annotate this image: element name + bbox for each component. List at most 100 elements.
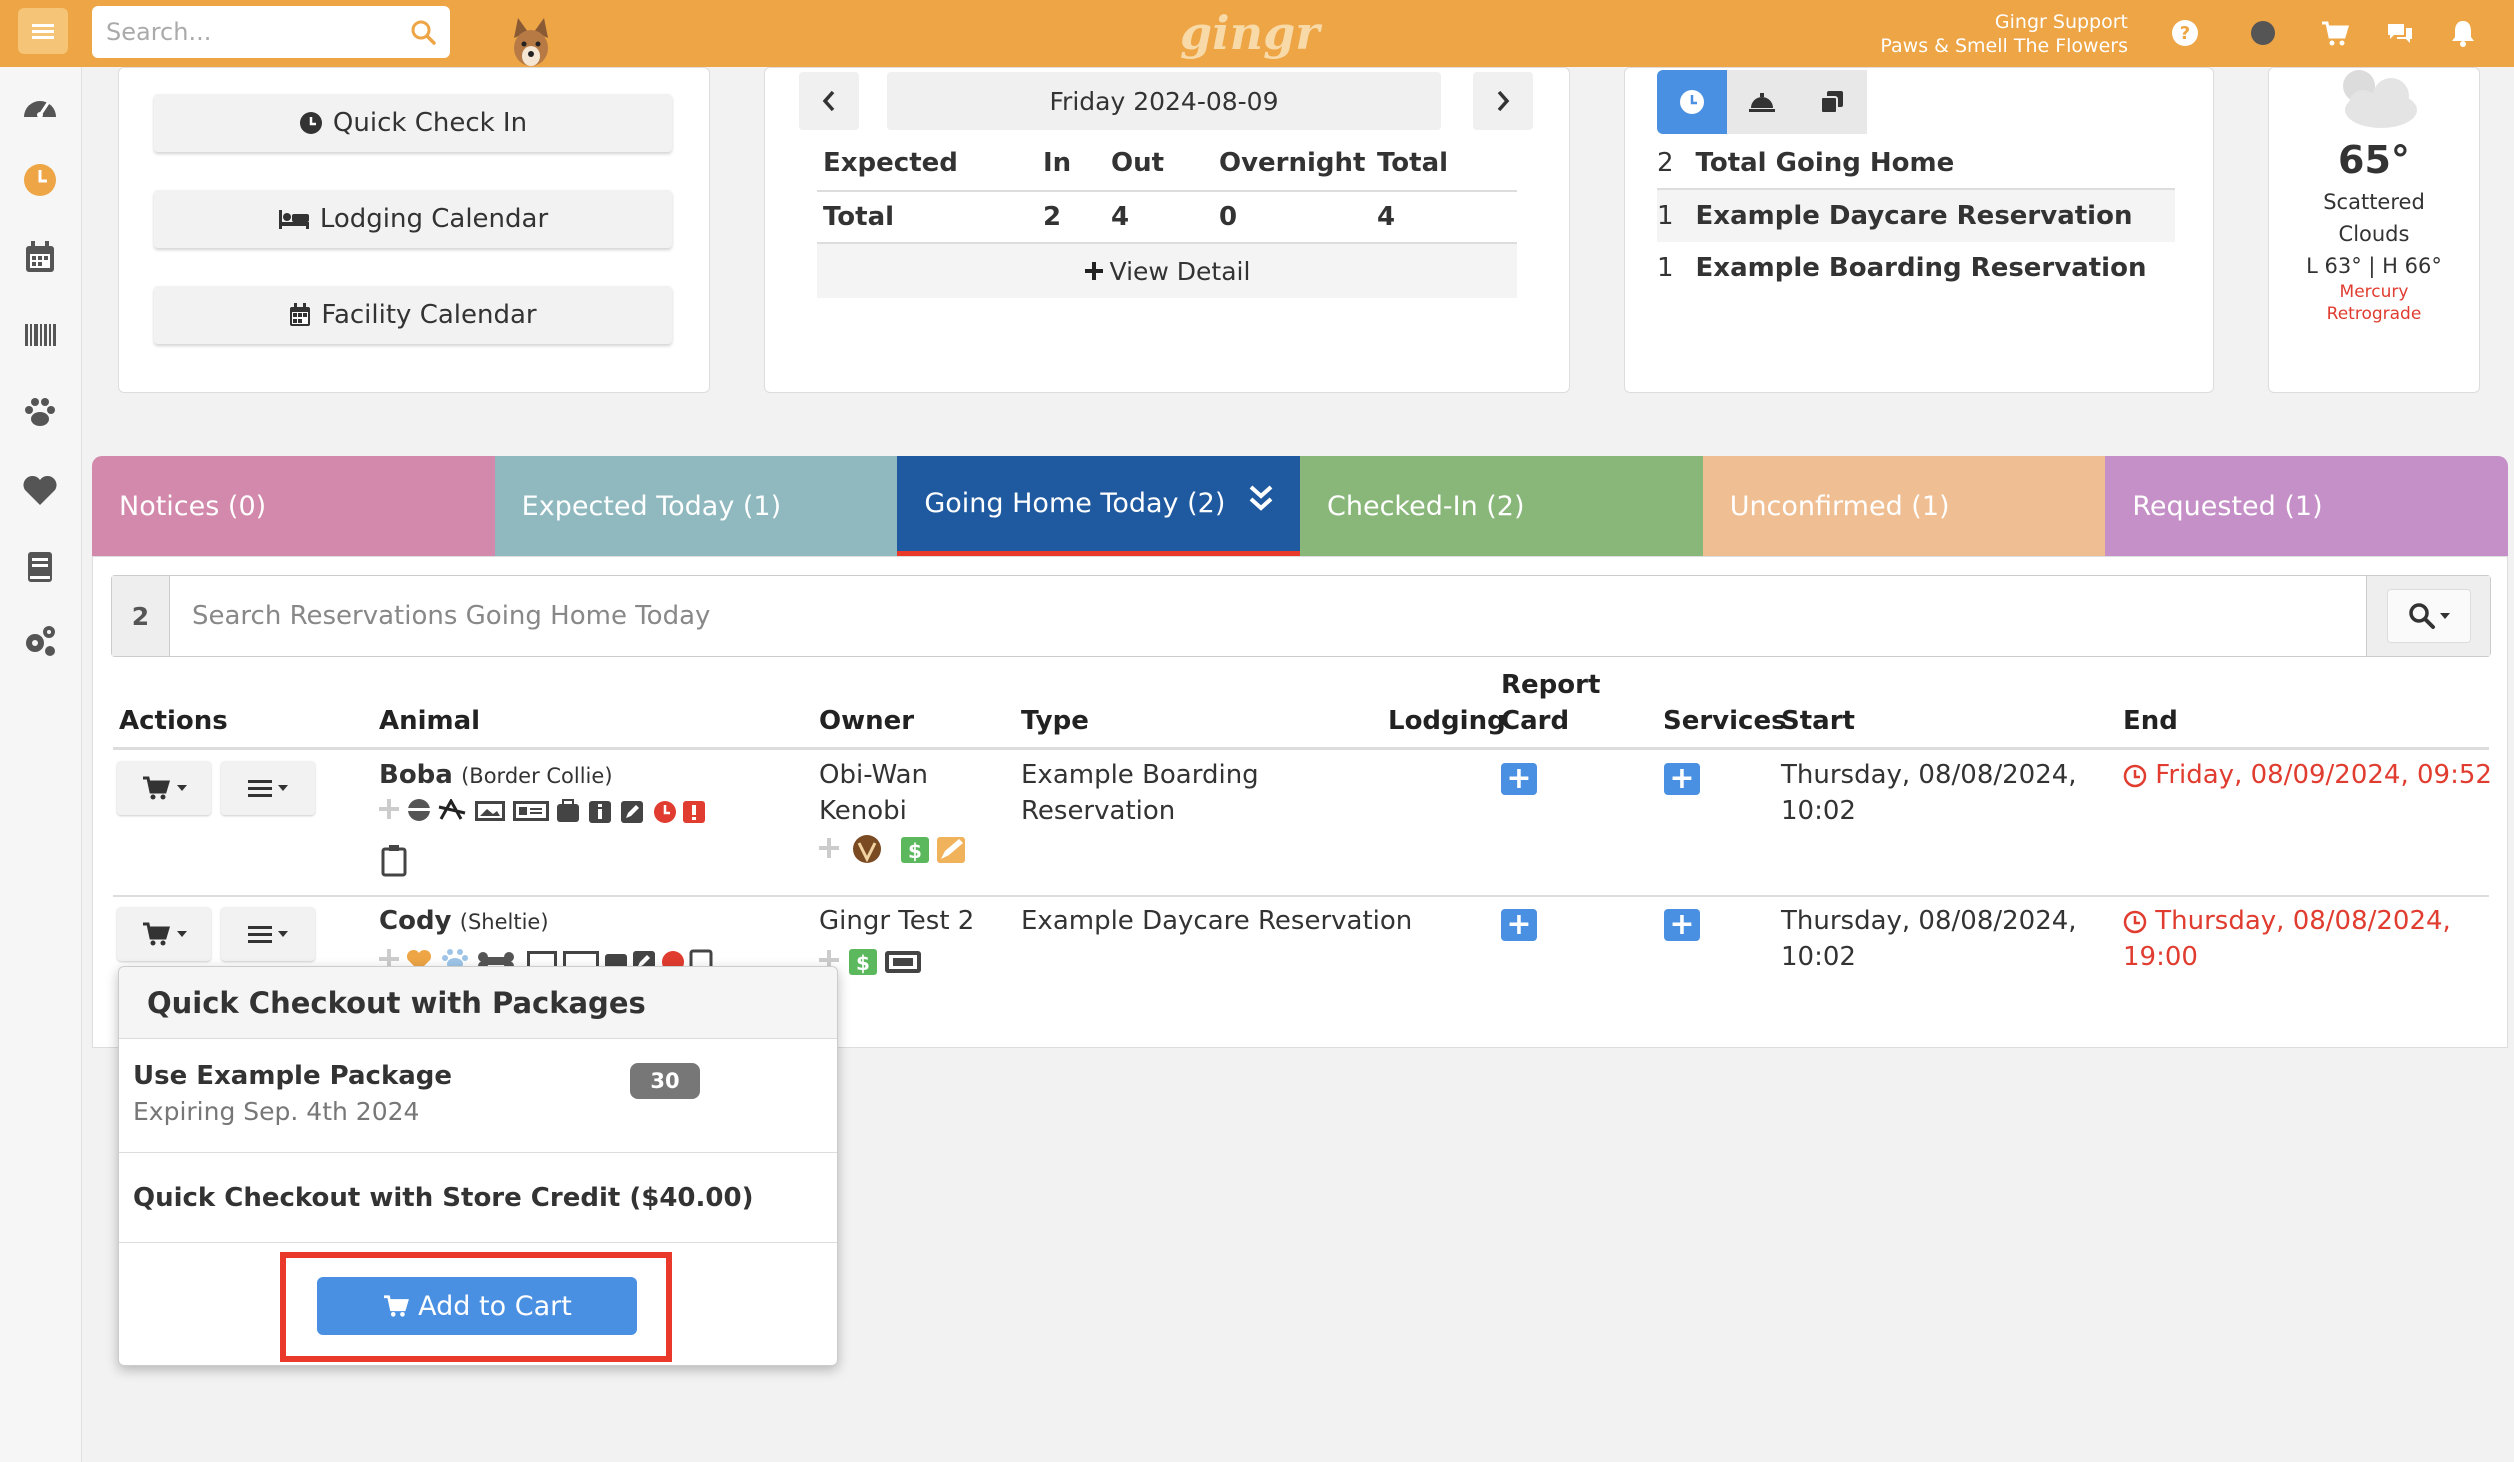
sidebar	[0, 67, 82, 1462]
column-header-services[interactable]: Services	[1663, 703, 1787, 739]
going-home-list: 2 Total Going Home 1 Example Daycare Res…	[1657, 138, 2175, 294]
caret-down-icon	[2439, 613, 2450, 619]
heart-icon[interactable]	[20, 470, 60, 510]
store-credit-option[interactable]: Quick Checkout with Store Credit ($40.00…	[119, 1153, 837, 1243]
going-home-boarding-label: Example Boarding Reservation	[1695, 253, 2147, 283]
overdue-clock-icon	[2123, 764, 2147, 787]
top-bar: Search... gingr Gingr Support Paws & Sme…	[0, 0, 2514, 67]
summary-total-overnight: 0	[1219, 202, 1238, 232]
chat-icon[interactable]	[2385, 18, 2415, 48]
column-header-end[interactable]: End	[2123, 703, 2178, 739]
notifications-bell-icon[interactable]	[2448, 18, 2478, 48]
next-day-button[interactable]	[1473, 72, 1533, 130]
tab-expected-today[interactable]: Expected Today (1)	[494, 456, 898, 556]
add-service-button[interactable]: +	[1664, 909, 1700, 941]
start-time: 10:02	[1781, 796, 1856, 826]
end-datetime: Friday, 08/09/2024, 09:52	[2155, 760, 2492, 790]
owner-status-icons[interactable]: $	[819, 833, 989, 867]
package-name: Use Example Package	[133, 1061, 453, 1091]
tab-going-home-today[interactable]: Going Home Today (2)	[897, 456, 1301, 556]
owner-name-line-1: Gingr Test 2	[819, 906, 975, 936]
row-menu-button[interactable]	[221, 761, 315, 815]
copy-view-button[interactable]	[1797, 70, 1867, 134]
paw-icon[interactable]	[20, 392, 60, 432]
settings-gears-icon[interactable]	[20, 620, 60, 660]
status-dot-icon[interactable]	[2248, 18, 2278, 48]
weather-panel: 65° Scattered Clouds L 63° | H 66° Mercu…	[2268, 67, 2480, 393]
package-expiry: Expiring Sep. 4th 2024	[133, 1097, 420, 1126]
quick-checkout-title: Quick Checkout with Packages	[119, 967, 837, 1039]
summary-total-in: 2	[1043, 202, 1062, 232]
user-info[interactable]: Gingr Support Paws & Smell The Flowers	[1880, 10, 2128, 58]
column-header-card[interactable]: Card	[1501, 703, 1569, 739]
column-header-actions[interactable]: Actions	[119, 703, 228, 739]
reservation-search-input[interactable]: Search Reservations Going Home Today	[170, 576, 2366, 656]
tab-requested[interactable]: Requested (1)	[2105, 456, 2509, 556]
reservation-search-button[interactable]	[2386, 589, 2471, 643]
list-menu-icon	[248, 926, 272, 943]
going-home-daycare[interactable]: 1 Example Daycare Reservation	[1657, 190, 2175, 242]
search-icon	[2408, 603, 2435, 629]
double-chevron-down-icon[interactable]	[1248, 484, 1274, 514]
going-home-view-toggle	[1657, 70, 1867, 134]
owner-cell[interactable]: Obi-Wan Kenobi	[819, 757, 928, 829]
service-bell-icon	[1749, 93, 1775, 112]
lodging-calendar-button[interactable]: Lodging Calendar	[154, 190, 672, 248]
owner-name-line-1: Obi-Wan	[819, 760, 928, 790]
gingr-logo[interactable]: gingr	[1180, 6, 1319, 60]
column-header-lodging[interactable]: Lodging	[1388, 703, 1506, 739]
summary-header-total: Total	[1377, 148, 1449, 178]
reservation-count: 2	[112, 576, 170, 656]
tab-checked-in[interactable]: Checked-In (2)	[1300, 456, 1703, 556]
menu-toggle-button[interactable]	[18, 8, 68, 54]
bed-icon	[278, 210, 309, 229]
business-name: Paws & Smell The Flowers	[1880, 35, 2128, 57]
going-home-total-label: Total Going Home	[1695, 148, 1955, 178]
previous-day-button[interactable]	[799, 72, 859, 130]
weather-note-line-1: Mercury	[2339, 282, 2409, 302]
going-home-boarding[interactable]: 1 Example Boarding Reservation	[1657, 242, 2175, 294]
column-header-owner[interactable]: Owner	[819, 703, 914, 739]
row-divider	[113, 895, 2489, 897]
package-count-badge: 30	[630, 1063, 700, 1099]
tab-unconfirmed[interactable]: Unconfirmed (1)	[1702, 456, 2106, 556]
column-header-animal[interactable]: Animal	[379, 703, 480, 739]
cart-dropdown-button-open[interactable]	[117, 907, 211, 961]
add-report-card-button[interactable]: +	[1501, 909, 1537, 941]
add-service-button[interactable]: +	[1664, 763, 1700, 795]
column-header-report[interactable]: Report	[1501, 667, 1600, 703]
use-package-option[interactable]: Use Example Package Expiring Sep. 4th 20…	[119, 1039, 837, 1153]
dashboard-gauge-icon[interactable]	[20, 89, 60, 129]
animal-status-icons[interactable]	[379, 799, 869, 879]
tab-going-home-today-label: Going Home Today (2)	[924, 488, 1226, 519]
owner-cell[interactable]: Gingr Test 2	[819, 903, 974, 939]
start-cell: Thursday, 08/08/2024, 10:02	[1781, 757, 2077, 829]
tab-notices[interactable]: Notices (0)	[92, 456, 495, 556]
cart-dropdown-button[interactable]	[117, 761, 211, 815]
view-detail-button[interactable]: View Detail	[817, 244, 1517, 298]
weather-note-line-2: Retrograde	[2326, 304, 2422, 324]
calendar-icon[interactable]	[20, 237, 60, 277]
barcode-icon[interactable]	[20, 315, 60, 355]
clock-icon[interactable]	[20, 160, 60, 200]
column-header-type[interactable]: Type	[1021, 703, 1089, 739]
summary-total-label: Total	[823, 202, 895, 232]
search-icon[interactable]	[410, 19, 436, 45]
clock-view-button[interactable]	[1657, 70, 1727, 134]
animal-breed: (Border Collie)	[461, 764, 613, 788]
service-bell-view-button[interactable]	[1727, 70, 1797, 134]
column-header-start[interactable]: Start	[1781, 703, 1855, 739]
current-date[interactable]: Friday 2024-08-09	[887, 72, 1441, 130]
animal-name-link[interactable]: Cody	[379, 906, 452, 936]
row-menu-button[interactable]	[221, 907, 315, 961]
global-search-input[interactable]: Search...	[92, 6, 450, 58]
caret-down-icon	[177, 785, 187, 791]
going-home-total[interactable]: 2 Total Going Home	[1657, 138, 2175, 190]
cart-icon[interactable]	[2320, 18, 2350, 48]
add-report-card-button[interactable]: +	[1501, 763, 1537, 795]
facility-calendar-button[interactable]: Facility Calendar	[154, 286, 672, 344]
quick-check-in-button[interactable]: Quick Check In	[154, 94, 672, 152]
help-icon[interactable]: ?	[2170, 18, 2200, 48]
animal-name-link[interactable]: Boba	[379, 760, 453, 790]
book-icon[interactable]	[20, 547, 60, 587]
